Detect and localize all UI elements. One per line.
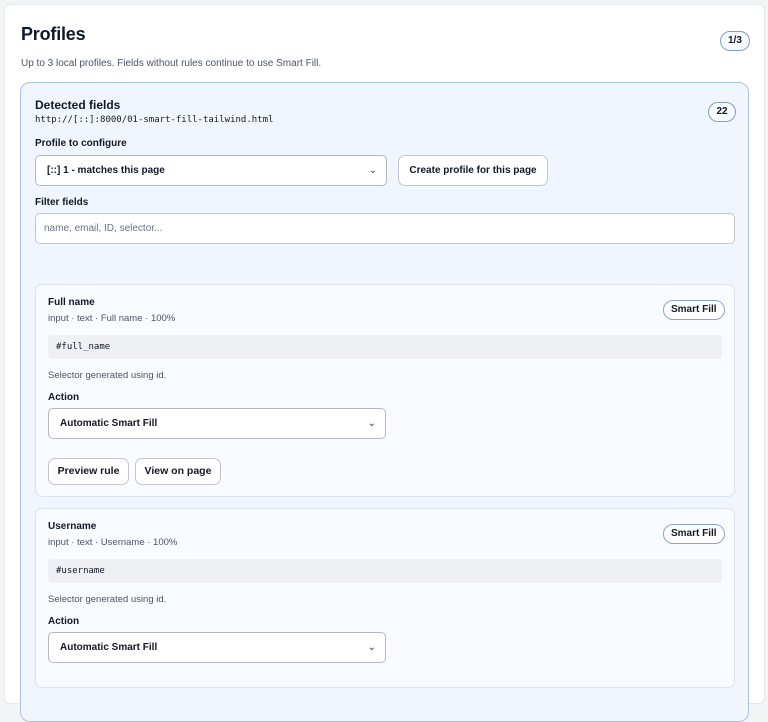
filter-input[interactable]: name, email, ID, selector... [35,213,735,244]
profile-select[interactable]: [::] 1 - matches this page ⌄ [35,155,387,186]
smart-fill-badge: Smart Fill [663,300,725,320]
action-select[interactable]: Automatic Smart Fill ⌄ [48,408,386,439]
field-meta: input · text · Full name · 100% [48,313,176,324]
smart-fill-badge: Smart Fill [663,524,725,544]
preview-rule-button[interactable]: Preview rule [48,458,129,485]
action-select-value: Automatic Smart Fill [60,642,158,653]
chevron-down-icon: ⌄ [367,642,376,653]
action-label: Action [48,616,80,627]
create-profile-button[interactable]: Create profile for this page [398,155,548,186]
page-subtitle: Up to 3 local profiles. Fields without r… [21,58,322,69]
detected-fields-panel: Detected fields http://[::]:8000/01-smar… [20,82,749,722]
field-card-full-name: Full name input · text · Full name · 100… [35,284,735,497]
profile-select-label: Profile to configure [35,138,127,149]
panel-title: Detected fields [35,98,121,112]
action-select-value: Automatic Smart Fill [60,418,158,429]
field-title: Full name [48,297,95,308]
page-title: Profiles [21,24,86,44]
selector-code: #full_name [48,335,722,359]
selector-hint: Selector generated using id. [48,370,167,381]
filter-label: Filter fields [35,197,89,208]
profiles-page: Profiles 1/3 Up to 3 local profiles. Fie… [4,4,765,722]
field-meta: input · text · Username · 100% [48,537,178,548]
selector-hint: Selector generated using id. [48,594,167,605]
page-url: http://[::]:8000/01-smart-fill-tailwind.… [35,115,274,125]
field-title: Username [48,521,97,532]
chevron-down-icon: ⌄ [367,418,376,429]
action-label: Action [48,392,80,403]
selector-code: #username [48,559,722,583]
field-count-badge: 22 [708,102,736,122]
chevron-down-icon: ⌄ [368,165,377,176]
profile-count-badge: 1/3 [720,31,750,51]
view-on-page-button[interactable]: View on page [135,458,221,485]
profile-select-value: [::] 1 - matches this page [47,165,165,176]
field-card-username: Username input · text · Username · 100% … [35,508,735,688]
action-select[interactable]: Automatic Smart Fill ⌄ [48,632,386,663]
